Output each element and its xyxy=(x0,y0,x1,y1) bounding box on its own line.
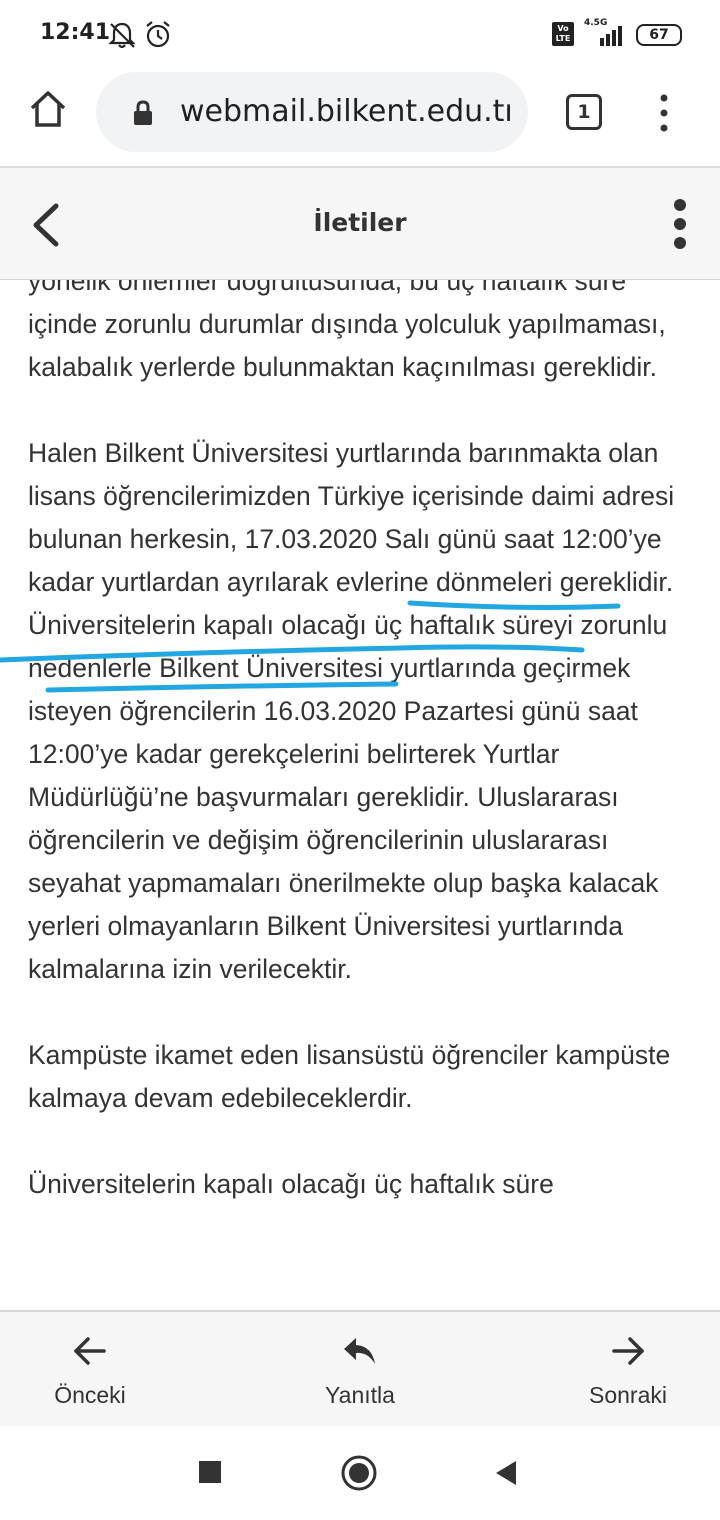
recents-square-icon[interactable] xyxy=(198,1460,222,1488)
notifications-off-icon xyxy=(108,20,136,54)
home-icon[interactable] xyxy=(28,88,68,130)
message-paragraph: Kampüste ikamet eden lisansüstü öğrencil… xyxy=(28,1040,671,1113)
system-nav-bar xyxy=(0,1426,720,1520)
url-text: webmail.bilkent.edu.tr/ xyxy=(180,94,510,129)
message-action-bar: Önceki Yanıtla Sonraki xyxy=(0,1310,720,1426)
status-bar: 12:41 Vo LTE 4.5G 67 xyxy=(0,0,720,70)
more-vert-icon[interactable] xyxy=(668,198,692,250)
back-triangle-icon[interactable] xyxy=(494,1460,518,1490)
message-paragraph: Halen Bilkent Üniversitesi yurtlarında b… xyxy=(28,432,698,991)
alarm-icon xyxy=(144,20,172,54)
previous-label: Önceki xyxy=(54,1382,126,1408)
tab-switcher-button[interactable]: 1 xyxy=(566,94,602,130)
status-time: 12:41 xyxy=(40,20,111,45)
reply-button[interactable]: Yanıtla xyxy=(240,1312,480,1428)
message-body: yönelik önlemler doğrultusunda, bu üç ha… xyxy=(0,280,720,1310)
next-label: Sonraki xyxy=(589,1382,667,1408)
message-text: yönelik önlemler doğrultusunda, bu üç ha… xyxy=(28,280,698,1249)
next-button[interactable]: Sonraki xyxy=(508,1312,720,1428)
battery-icon: 67 xyxy=(636,24,682,46)
message-paragraph: Üniversitelerin kapalı olacağı üç haftal… xyxy=(28,1169,554,1199)
arrow-left-icon xyxy=(72,1336,108,1366)
home-circle-icon[interactable] xyxy=(340,1454,378,1496)
browser-toolbar: webmail.bilkent.edu.tr/ 1 xyxy=(0,70,720,168)
previous-button[interactable]: Önceki xyxy=(0,1312,210,1428)
signal-icon xyxy=(598,26,626,50)
app-header: İletiler xyxy=(0,168,720,280)
paragraph-text: . Üniversitelerin kapalı olacağı üç haft… xyxy=(28,567,674,984)
lock-icon xyxy=(132,100,154,130)
more-vert-icon[interactable] xyxy=(654,92,674,134)
arrow-right-icon xyxy=(610,1336,646,1366)
address-bar[interactable]: webmail.bilkent.edu.tr/ xyxy=(96,72,528,152)
reply-icon xyxy=(342,1336,378,1366)
reply-label: Yanıtla xyxy=(325,1382,395,1408)
page-title: İletiler xyxy=(313,208,407,237)
volte-icon: Vo LTE xyxy=(552,22,574,46)
message-paragraph: yönelik önlemler doğrultusunda, bu üç ha… xyxy=(28,280,666,382)
